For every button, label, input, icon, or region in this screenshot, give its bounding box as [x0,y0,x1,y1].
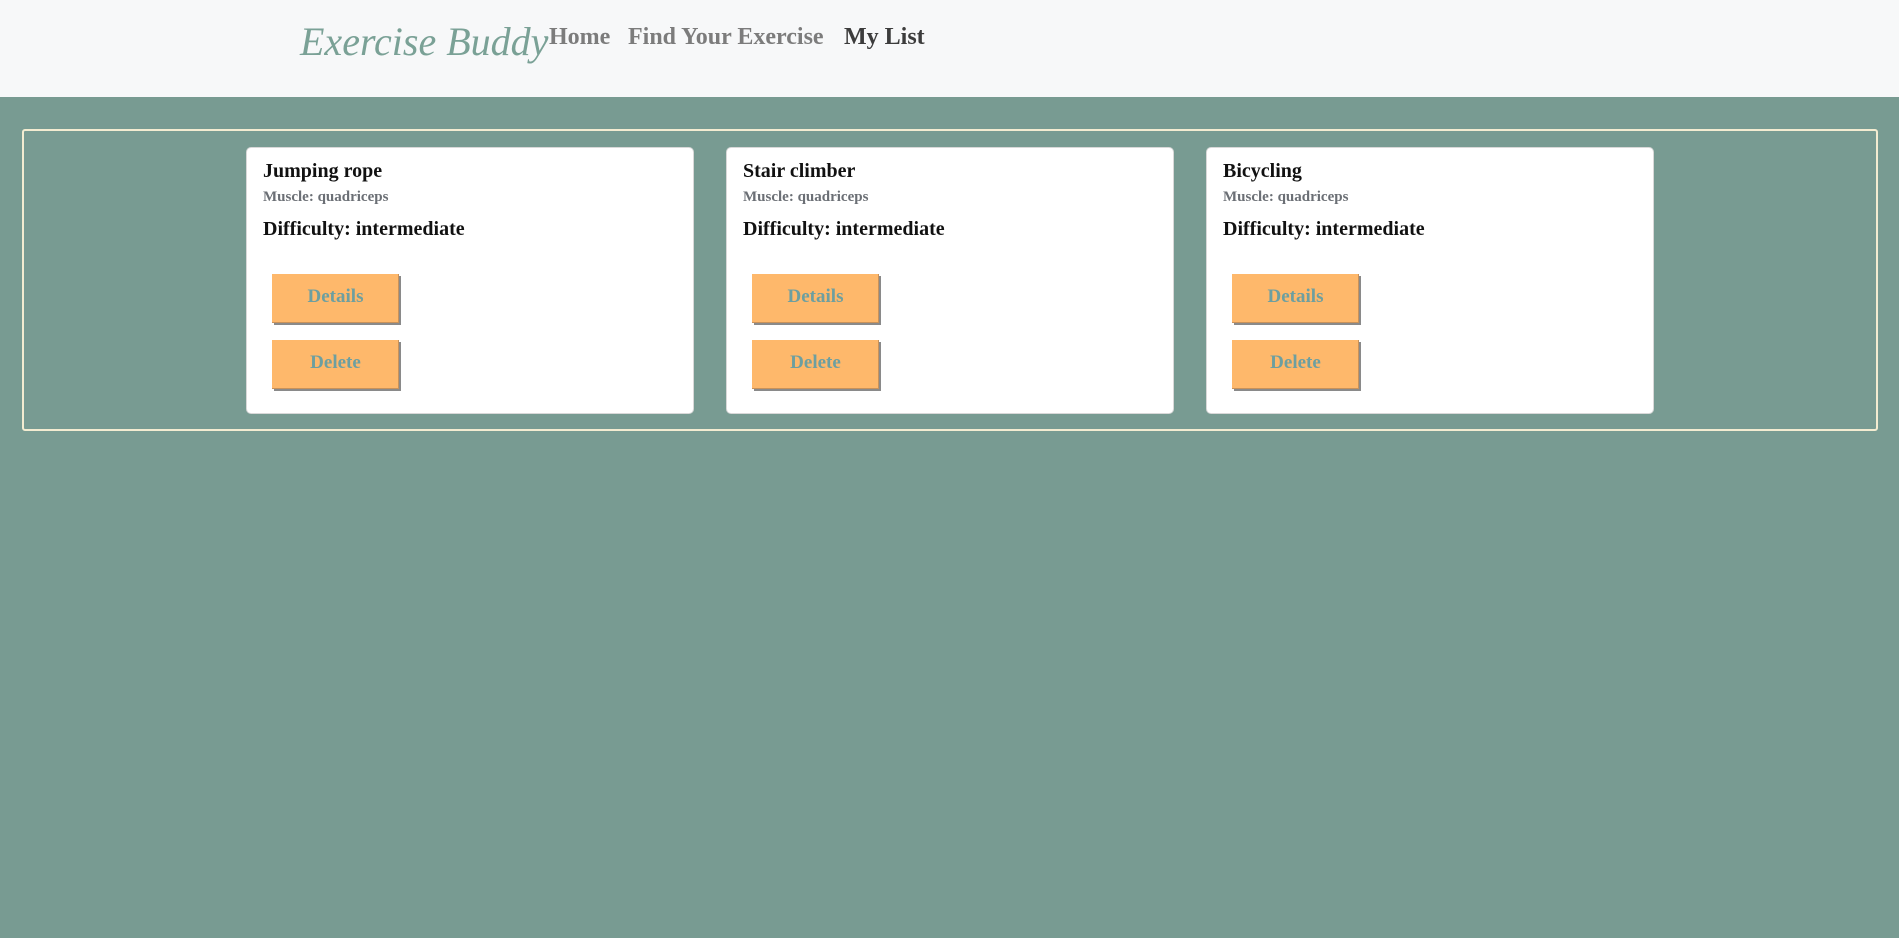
brand-logo[interactable]: Exercise Buddy [300,18,548,65]
delete-button[interactable]: Delete [272,340,399,389]
details-button[interactable]: Details [752,274,879,323]
exercise-difficulty: Difficulty: intermediate [743,218,945,240]
nav-my-list-link[interactable]: My List [844,24,925,51]
delete-button[interactable]: Delete [1232,340,1359,389]
details-button[interactable]: Details [272,274,399,323]
navbar: Exercise Buddy Home Find Your Exercise M… [0,0,1899,97]
delete-button[interactable]: Delete [752,340,879,389]
exercise-card: Stair climber Muscle: quadriceps Difficu… [726,147,1174,414]
exercise-muscle: Muscle: quadriceps [1223,189,1349,205]
exercise-name: Jumping rope [263,160,383,182]
exercise-card: Bicycling Muscle: quadriceps Difficulty:… [1206,147,1654,414]
exercise-difficulty: Difficulty: intermediate [1223,218,1425,240]
nav-home-link[interactable]: Home [549,24,610,51]
exercise-name: Stair climber [743,160,856,182]
nav-find-exercise-link[interactable]: Find Your Exercise [628,24,824,51]
exercise-muscle: Muscle: quadriceps [743,189,869,205]
exercise-muscle: Muscle: quadriceps [263,189,389,205]
details-button[interactable]: Details [1232,274,1359,323]
exercise-card: Jumping rope Muscle: quadriceps Difficul… [246,147,694,414]
exercise-difficulty: Difficulty: intermediate [263,218,465,240]
exercise-name: Bicycling [1223,160,1302,182]
